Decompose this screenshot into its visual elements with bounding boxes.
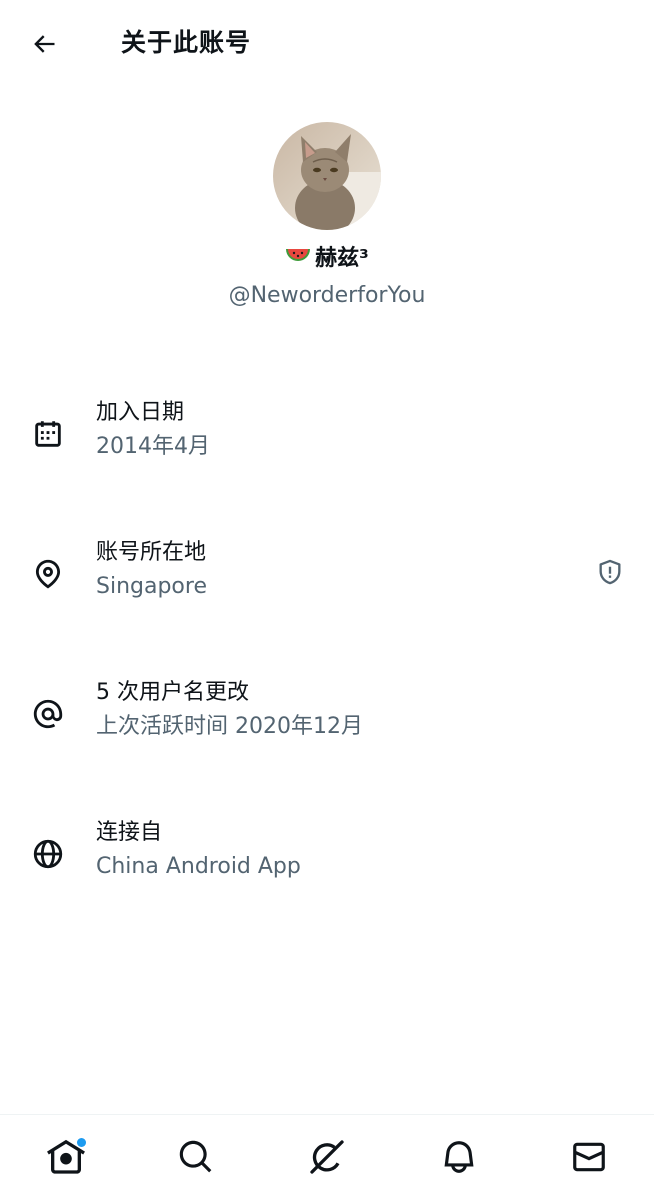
location-pin-icon — [30, 556, 66, 592]
calendar-icon — [30, 416, 66, 452]
at-sign-icon — [30, 696, 66, 732]
connected-via-label: 连接自 — [96, 820, 163, 845]
username-changes-label: 5 次用户名更改 — [96, 680, 249, 705]
bottom-navigation — [0, 1114, 654, 1200]
last-active-value: 上次活跃时间 2020年12月 — [96, 714, 363, 739]
display-name-line: 赫兹³ — [0, 244, 654, 277]
account-location-row: 账号所在地 Singapore — [0, 538, 654, 618]
join-date-value: 2014年4月 — [96, 434, 210, 459]
connected-via-value: China Android App — [96, 854, 301, 879]
account-location-label: 账号所在地 — [96, 540, 207, 565]
back-button[interactable] — [26, 26, 62, 62]
join-date-label: 加入日期 — [96, 400, 185, 425]
watermelon-icon — [285, 246, 311, 277]
display-name: 赫兹³ — [315, 246, 369, 271]
connected-via-row: 连接自 China Android App — [0, 818, 654, 898]
nav-notifications[interactable] — [437, 1135, 481, 1179]
join-date-row: 加入日期 2014年4月 — [0, 398, 654, 478]
grok-icon — [310, 1140, 344, 1174]
top-bar: 关于此账号 — [0, 0, 654, 88]
cat-photo-avatar — [273, 122, 381, 230]
search-icon — [179, 1140, 212, 1173]
account-location-value: Singapore — [96, 574, 207, 599]
shield-alert-button[interactable] — [594, 556, 626, 588]
arrow-left-icon — [34, 35, 55, 53]
page-title: 关于此账号 — [121, 28, 252, 57]
username-changes-row: 5 次用户名更改 上次活跃时间 2020年12月 — [0, 678, 654, 758]
nav-home[interactable] — [44, 1135, 88, 1179]
shield-alert-icon — [599, 559, 621, 585]
avatar[interactable] — [273, 122, 381, 230]
messages-icon — [573, 1142, 605, 1172]
notifications-icon — [444, 1141, 474, 1173]
profile-summary: 赫兹³ @NeworderforYou — [0, 122, 654, 311]
nav-search[interactable] — [174, 1135, 218, 1179]
user-handle: @NeworderforYou — [228, 283, 426, 308]
notification-dot — [77, 1138, 86, 1147]
nav-messages[interactable] — [567, 1135, 611, 1179]
globe-icon — [30, 836, 66, 872]
nav-grok[interactable] — [305, 1135, 349, 1179]
